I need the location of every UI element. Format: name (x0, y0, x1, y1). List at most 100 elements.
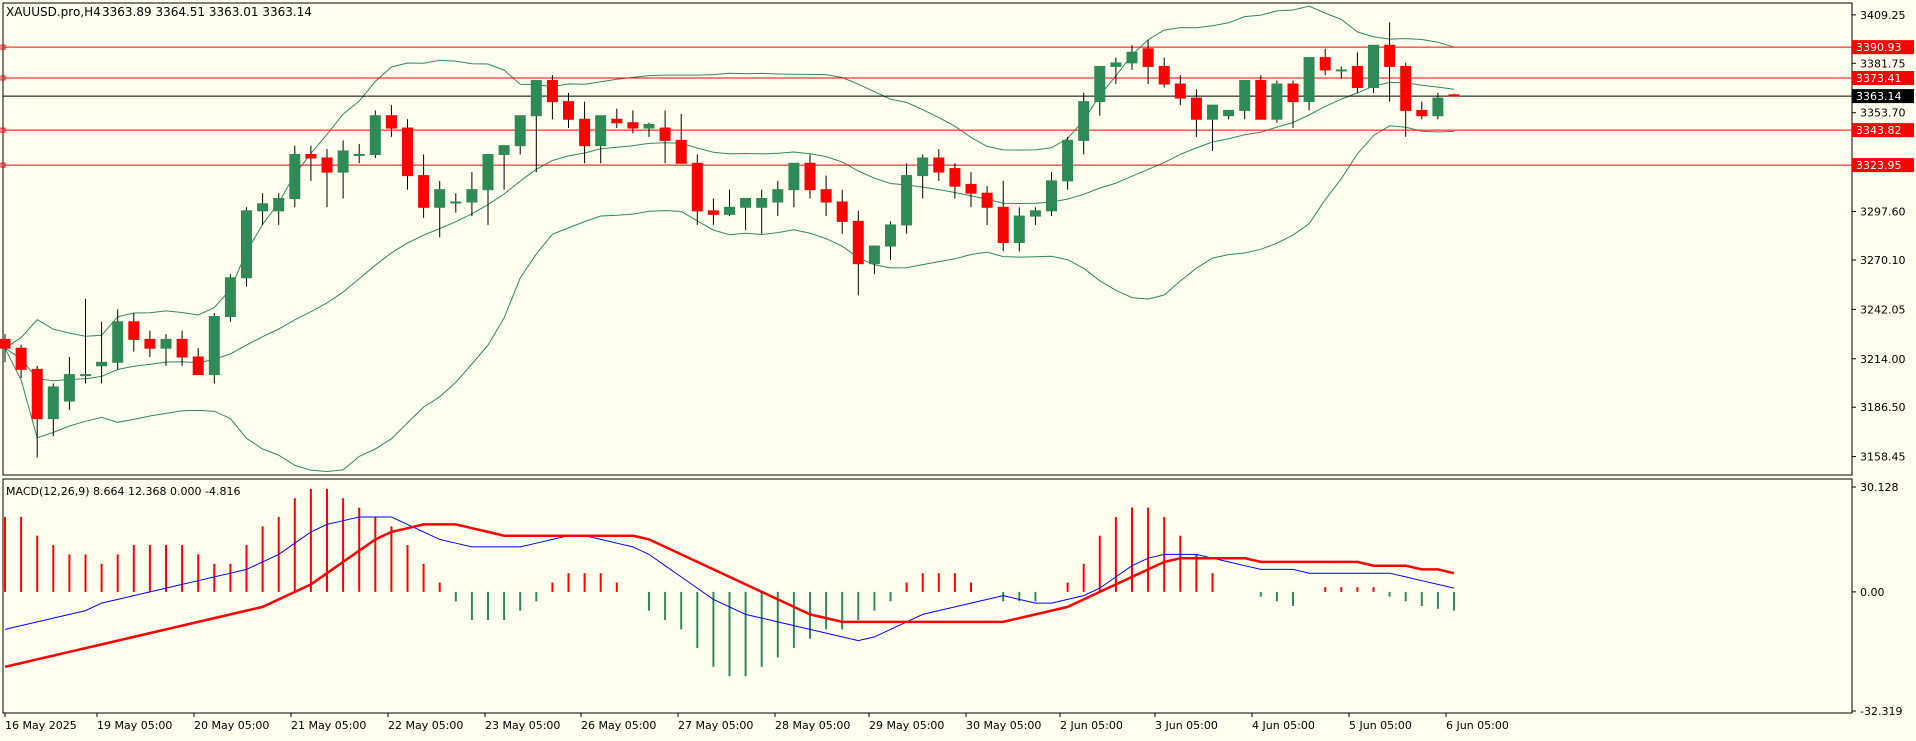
candle-body (15, 347, 27, 370)
candle-body (1303, 57, 1315, 103)
candle-body (691, 162, 703, 212)
price-chart[interactable]: 3390.93 3373.41 3343.82 3323.95 3363.14 3409… (0, 0, 1916, 737)
ohlc-readout: 3363.89 3364.51 3363.01 3363.14 (102, 5, 312, 19)
candle-body (498, 145, 510, 155)
candle-body (208, 315, 220, 376)
macd-label: MACD(12,26,9) 8.664 12.368 0.000 -4.816 (6, 485, 240, 498)
candle-body (933, 157, 945, 173)
candle-body (1319, 57, 1331, 71)
candle-body (997, 206, 1009, 244)
candle-body (47, 386, 59, 420)
time-axis-label: 27 May 05:00 (678, 719, 753, 732)
candle-body (369, 115, 381, 155)
candle-body (1029, 210, 1041, 217)
candle-body (192, 356, 204, 376)
candle-body (1368, 44, 1379, 89)
candle-body (1094, 65, 1106, 103)
bollinger-middle (4, 81, 1455, 382)
candle-body (546, 79, 558, 103)
price-axis-label: 3270.10 (1860, 254, 1906, 267)
price-axis-label: 3158.45 (1860, 451, 1906, 464)
candle-body (804, 162, 816, 191)
candle-body (482, 153, 494, 191)
candle-body (1190, 97, 1202, 120)
time-axis-label: 4 Jun 05:00 (1252, 719, 1315, 732)
price-axis-label: 3409.25 (1860, 9, 1906, 22)
price-axis-label: 3297.60 (1860, 206, 1906, 219)
candle-body (466, 189, 478, 203)
candle-body (659, 127, 671, 141)
candle-body (402, 127, 413, 177)
candle-body (530, 79, 542, 117)
level-price-label: 3373.41 (1856, 72, 1902, 85)
candle-body (385, 115, 397, 129)
candle-body (1335, 69, 1347, 72)
time-axis-label: 26 May 05:00 (581, 719, 656, 732)
chart-title: XAUUSD.pro,H4 (6, 5, 101, 19)
candle-body (611, 118, 623, 124)
candle-body (160, 338, 172, 349)
candle-body (981, 192, 993, 208)
candle-body (1174, 83, 1186, 99)
candle-body (675, 139, 687, 164)
candle-body (128, 321, 140, 340)
candle-body (1158, 65, 1170, 85)
candle-body (418, 175, 430, 208)
candle-body (0, 338, 11, 349)
macd-axis-label: -32.319 (1860, 705, 1902, 718)
candle-body (756, 197, 768, 208)
candle-body (321, 157, 333, 173)
candle-body (1239, 79, 1251, 111)
candle-body (852, 220, 864, 265)
candle-body (949, 168, 961, 187)
level-price-label: 3343.82 (1856, 124, 1902, 137)
candle-body (224, 277, 236, 317)
time-axis-label: 29 May 05:00 (869, 719, 944, 732)
time-axis-label: 2 Jun 05:00 (1060, 719, 1123, 732)
macd-axis-label: 30.128 (1860, 481, 1899, 494)
candle-body (1271, 83, 1283, 120)
level-price-label: 3390.93 (1856, 41, 1902, 54)
time-axis-label: 21 May 05:00 (291, 719, 366, 732)
candle-body (772, 189, 784, 203)
candle-body (80, 374, 91, 377)
time-axis-label: 23 May 05:00 (485, 719, 560, 732)
candle-body (1432, 97, 1444, 117)
bollinger-upper (4, 5, 1455, 349)
candle-body (1287, 83, 1299, 103)
candle-body (901, 175, 913, 226)
candle-body (1046, 180, 1057, 212)
candle-body (836, 201, 848, 222)
candle-body (1448, 94, 1460, 97)
candle-body (885, 224, 896, 247)
candle-body (917, 157, 929, 177)
time-axis-label: 3 Jun 05:00 (1155, 719, 1218, 732)
time-axis-label: 16 May 2025 (5, 719, 77, 732)
candle-body (1110, 62, 1122, 67)
price-axis-label: 3381.75 (1860, 57, 1906, 70)
price-axis-label: 3186.50 (1860, 401, 1906, 414)
candle-body (434, 189, 446, 208)
candle-body (1126, 51, 1138, 64)
trading-chart-window[interactable]: 3390.93 3373.41 3343.82 3323.95 3363.14 3409… (0, 0, 1916, 737)
candle-body (144, 338, 156, 349)
candle-body (514, 115, 526, 147)
candle-body (868, 245, 880, 265)
time-axis-label: 5 Jun 05:00 (1349, 719, 1412, 732)
candle-body (627, 122, 639, 129)
candle-body (724, 206, 735, 215)
candle-body (241, 210, 252, 279)
candle-body (1207, 104, 1218, 120)
candle-body (707, 210, 719, 215)
macd-pane-frame (2, 478, 1853, 714)
candle-body (820, 189, 832, 203)
price-pane-frame (2, 2, 1853, 476)
candle-body (1013, 215, 1025, 244)
candle-body (1142, 48, 1154, 67)
candle-body (353, 153, 365, 156)
candle-body (1078, 101, 1090, 141)
candle-body (563, 101, 574, 120)
candle-body (1384, 44, 1396, 67)
candle-body (788, 162, 800, 191)
candle-body (96, 361, 108, 367)
